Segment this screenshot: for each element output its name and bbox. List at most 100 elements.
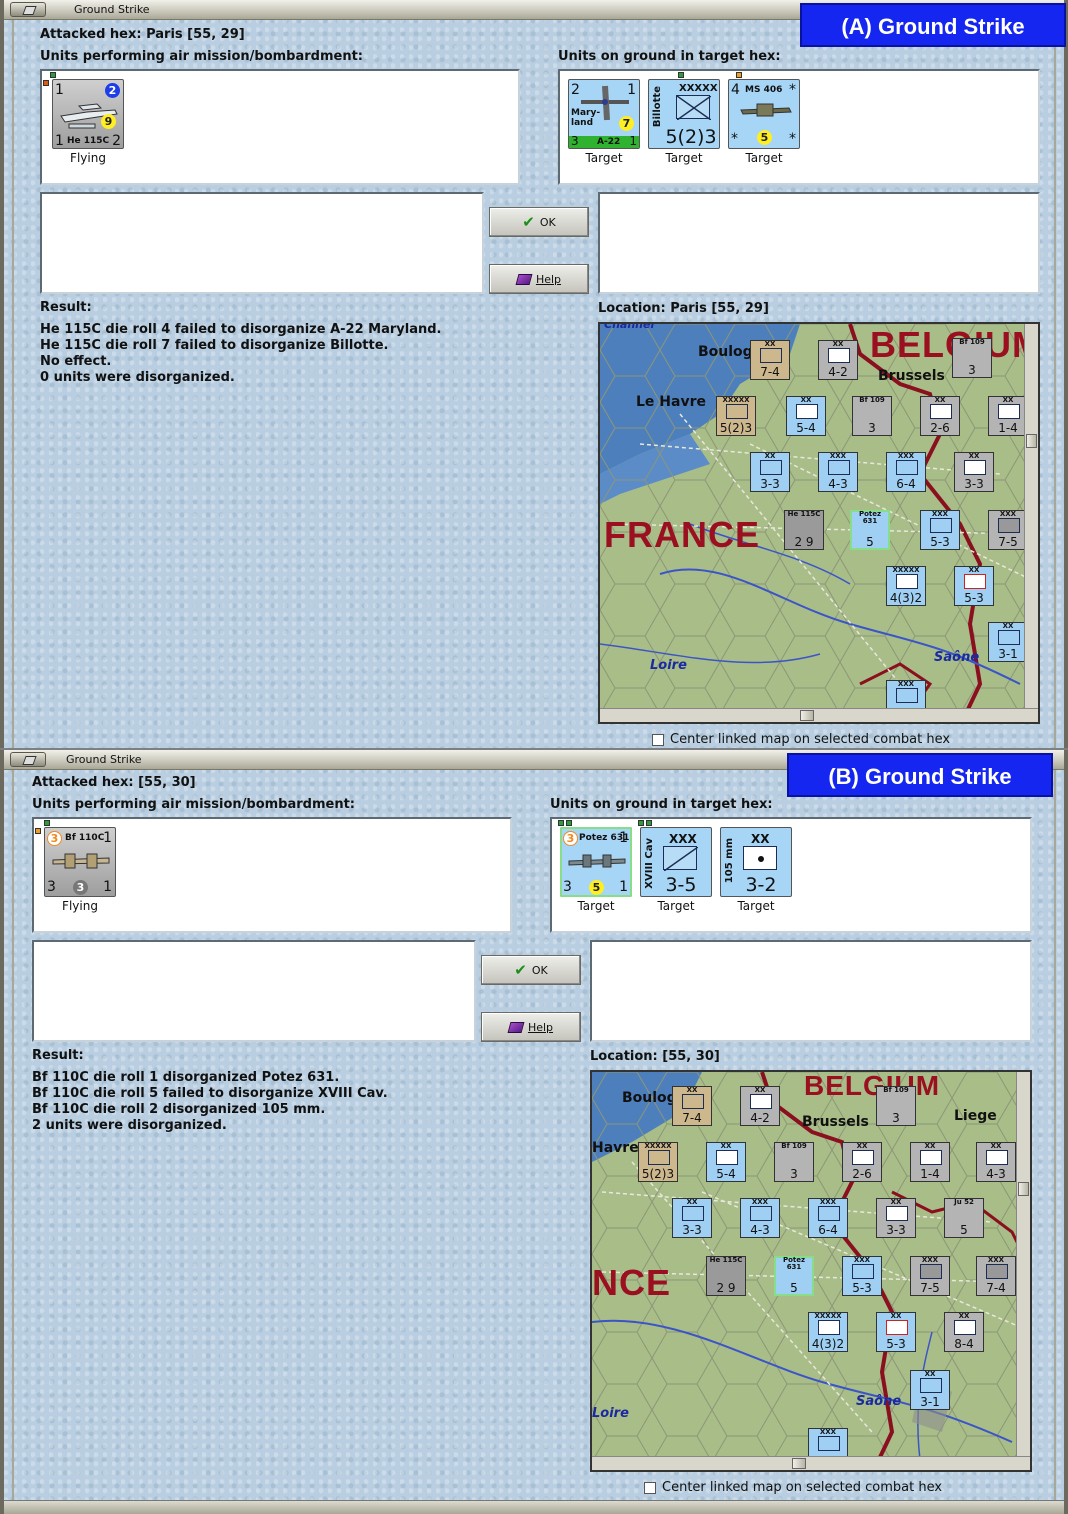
window-title: Ground Strike xyxy=(66,753,142,766)
help-book-icon xyxy=(507,1021,525,1033)
map-counter[interactable]: XXX 7-4 xyxy=(976,1256,1016,1296)
map-vertical-scrollbar[interactable] xyxy=(1016,1072,1030,1460)
ok-button[interactable]: ✔ OK xyxy=(489,207,589,237)
map-horizontal-scrollbar[interactable] xyxy=(600,708,1038,722)
ground-unit-counter[interactable]: 4 MS 406 * 5 * * xyxy=(728,79,800,149)
ground-unit-counter[interactable]: Billotte XXXXX 5(2)3 xyxy=(648,79,720,149)
attacked-hex-label: Attacked hex: Paris [55, 29] xyxy=(40,27,245,42)
defender-info-box xyxy=(598,192,1040,294)
ground-unit-counter[interactable]: 3 Potez 631 1 5 3 1 xyxy=(560,827,632,897)
map-counter[interactable]: XXX 6-4 xyxy=(886,452,926,492)
ground-units-list[interactable]: 2 1 Mary- land 7 A-22 3 1 Target Billott… xyxy=(558,69,1040,185)
map-counter[interactable]: XX 5-3 xyxy=(954,566,994,606)
map-counter[interactable]: XXX 5-3 xyxy=(842,1256,882,1296)
map-counter[interactable]: Ju 52 5 xyxy=(944,1198,984,1238)
location-label: Location: Paris [55, 29] xyxy=(598,301,769,316)
map-counter[interactable]: XX 5-3 xyxy=(876,1312,916,1352)
center-map-checkbox-row[interactable]: Center linked map on selected combat hex xyxy=(644,1480,942,1495)
location-label: Location: [55, 30] xyxy=(590,1049,720,1064)
map-counter[interactable]: XX 5-4 xyxy=(706,1142,746,1182)
ground-unit-counter[interactable]: 105 mm XX 3-2 xyxy=(720,827,792,897)
map-counter[interactable]: XX 3-1 xyxy=(910,1370,950,1410)
map-counter[interactable]: XX 4-2 xyxy=(740,1086,780,1126)
window-bottom-border xyxy=(4,1500,1064,1514)
map-counter[interactable]: XX 3-3 xyxy=(672,1198,712,1238)
system-menu-button[interactable] xyxy=(10,2,46,17)
ground-strike-window-a: Ground Strike (A) Ground Strike Attacked… xyxy=(0,0,1068,748)
map-counter[interactable]: XXX 4-3 xyxy=(818,452,858,492)
heavy-fighter-icon xyxy=(52,853,110,869)
panel-badge: (A) Ground Strike xyxy=(800,3,1066,47)
map-counter[interactable]: XX 8-4 xyxy=(944,1312,984,1352)
result-label: Result: xyxy=(40,300,92,315)
map-counter[interactable]: Bf 109 3 xyxy=(876,1086,916,1126)
attacker-info-box xyxy=(32,940,476,1042)
map-counter[interactable]: XX 1-4 xyxy=(910,1142,950,1182)
air-unit-counter[interactable]: 3 Bf 110C 1 3 3 1 xyxy=(44,827,116,897)
map-counter[interactable]: He 115C 2 9 xyxy=(706,1256,746,1296)
map-counter[interactable]: XXXXX 4(3)2 xyxy=(808,1312,848,1352)
map-horizontal-scrollbar[interactable] xyxy=(592,1456,1030,1470)
air-units-list[interactable]: 3 Bf 110C 1 3 3 1 Flying xyxy=(32,817,512,933)
ground-unit-counter[interactable]: XVIII Cav XXX 3-5 xyxy=(640,827,712,897)
air-unit-status: Flying xyxy=(62,899,98,913)
map-counter[interactable]: Bf 109 3 xyxy=(952,338,992,378)
map-counter[interactable]: XX 5-4 xyxy=(786,396,826,436)
air-units-list[interactable]: 1 2 9 He 115C 1 2 Flying xyxy=(40,69,520,185)
map-counter[interactable]: XXXXX 5(2)3 xyxy=(716,396,756,436)
ground-strike-window-b: Ground Strike (B) Ground Strike Attacked… xyxy=(0,750,1068,1514)
map-counter[interactable]: XXX 5-3 xyxy=(920,510,960,550)
map-counter[interactable]: XXXXX 4(3)2 xyxy=(886,566,926,606)
map-counter[interactable]: XX 3-3 xyxy=(750,452,790,492)
map-counter[interactable]: Bf 109 3 xyxy=(774,1142,814,1182)
attacked-hex-label: Attacked hex: [55, 30] xyxy=(32,775,196,790)
map-counter[interactable]: XX 2-6 xyxy=(920,396,960,436)
ground-unit-status: Target xyxy=(737,899,775,913)
map-counter[interactable]: XX 4-3 xyxy=(976,1142,1016,1182)
help-button[interactable]: Help xyxy=(481,1012,581,1042)
map-counter[interactable]: Bf 109 3 xyxy=(852,396,892,436)
center-map-checkbox-row[interactable]: Center linked map on selected combat hex xyxy=(652,732,950,747)
linked-map[interactable]: BELGIUM FRANCE Boulogne Le Havre Brussel… xyxy=(598,322,1040,724)
air-unit-status: Flying xyxy=(70,151,106,165)
center-map-checkbox[interactable] xyxy=(652,733,664,746)
panel-badge: (B) Ground Strike xyxy=(787,753,1053,797)
help-button[interactable]: Help xyxy=(489,264,589,294)
map-counter[interactable]: XX 3-1 xyxy=(988,622,1028,662)
system-menu-button[interactable] xyxy=(10,752,46,767)
defender-info-box xyxy=(590,940,1032,1042)
map-vertical-scrollbar[interactable] xyxy=(1024,324,1038,712)
map-counter[interactable]: XX 4-2 xyxy=(818,340,858,380)
map-counter[interactable]: He 115C 2 9 xyxy=(784,510,824,550)
linked-map[interactable]: BELGIUM NCE Boulogne Havre Brussels Lieg… xyxy=(590,1070,1032,1472)
ground-unit-counter[interactable]: 2 1 Mary- land 7 A-22 3 1 xyxy=(568,79,640,149)
ground-units-label: Units on ground in target hex: xyxy=(558,49,781,64)
map-counter[interactable]: XX 7-4 xyxy=(672,1086,712,1126)
ground-units-list[interactable]: 3 Potez 631 1 5 3 1 Target XVIII Cav XXX… xyxy=(550,817,1032,933)
cavalry-symbol-icon xyxy=(663,846,698,871)
map-counter[interactable]: XXX 6-4 xyxy=(808,1198,848,1238)
center-map-checkbox[interactable] xyxy=(644,1481,656,1494)
result-text: Bf 110C die roll 1 disorganized Potez 63… xyxy=(32,1070,388,1133)
ground-unit-status: Target xyxy=(585,151,623,165)
ok-button[interactable]: ✔ OK xyxy=(481,955,581,985)
result-label: Result: xyxy=(32,1048,84,1063)
ground-units-label: Units on ground in target hex: xyxy=(550,797,773,812)
map-counter[interactable]: XX 1-4 xyxy=(988,396,1028,436)
help-book-icon xyxy=(515,273,533,285)
map-counter[interactable]: XX 3-3 xyxy=(954,452,994,492)
map-counter[interactable]: XXX 7-5 xyxy=(910,1256,950,1296)
recon-plane-icon xyxy=(568,854,626,868)
map-counter[interactable]: Potez 631 5 xyxy=(850,510,890,550)
map-counter[interactable]: Potez 631 5 xyxy=(774,1256,814,1296)
map-counter[interactable]: XXX 7-5 xyxy=(988,510,1028,550)
map-counter[interactable]: XX 3-3 xyxy=(876,1198,916,1238)
map-counter[interactable]: XX 2-6 xyxy=(842,1142,882,1182)
checkmark-icon: ✔ xyxy=(522,213,535,231)
map-counter[interactable]: XXXXX 5(2)3 xyxy=(638,1142,678,1182)
artillery-symbol-icon xyxy=(743,846,777,870)
map-counter[interactable]: XX 7-4 xyxy=(750,340,790,380)
map-counter[interactable]: XXX 4-3 xyxy=(740,1198,780,1238)
air-unit-counter[interactable]: 1 2 9 He 115C 1 2 xyxy=(52,79,124,149)
window-title: Ground Strike xyxy=(74,3,150,16)
